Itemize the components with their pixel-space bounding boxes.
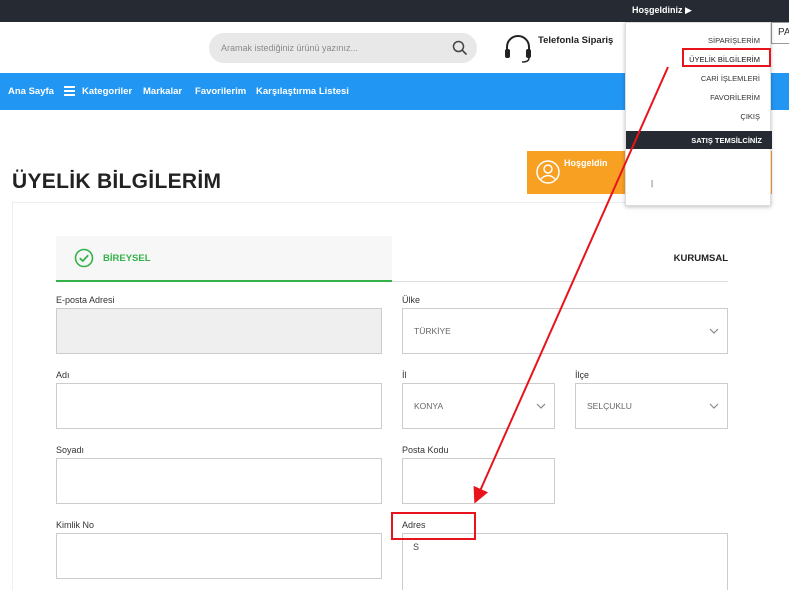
check-circle-icon xyxy=(74,248,94,268)
id-number-label: Kimlik No xyxy=(56,520,95,530)
menu-icon[interactable] xyxy=(64,86,75,96)
dropdown-item-logout[interactable]: ÇIKIŞ xyxy=(740,112,760,121)
surname-field[interactable] xyxy=(57,459,381,503)
search-icon[interactable] xyxy=(452,40,468,56)
district-label: İlçe xyxy=(575,370,590,380)
headset-icon xyxy=(505,35,531,63)
email-label: E-posta Adresi xyxy=(56,295,115,305)
district-value: SELÇUKLU xyxy=(587,401,632,411)
page: Hoşgeldiniz ▶ Telefonla Sipariş Ana Sayf… xyxy=(0,0,789,590)
pa-box[interactable]: PA xyxy=(771,22,789,44)
nav-item-brands[interactable]: Markalar xyxy=(143,86,182,97)
postal-code-field-wrap xyxy=(402,458,555,504)
user-icon xyxy=(536,160,560,184)
search-input[interactable] xyxy=(221,40,441,56)
postal-code-label: Posta Kodu xyxy=(402,445,449,455)
annotation-highlight-address xyxy=(391,512,476,540)
city-label: İl xyxy=(402,370,407,380)
welcome-user-menu[interactable]: Hoşgeldiniz ▶ xyxy=(632,5,692,16)
id-number-field[interactable] xyxy=(57,534,381,578)
top-bar: Hoşgeldiniz ▶ xyxy=(0,0,789,22)
country-label: Ülke xyxy=(402,295,421,305)
name-field[interactable] xyxy=(57,384,381,428)
nav-item-categories[interactable]: Kategoriler xyxy=(82,86,132,97)
city-select[interactable]: KONYA xyxy=(402,383,555,429)
country-select[interactable]: TÜRKİYE xyxy=(402,308,728,354)
postal-code-field[interactable] xyxy=(403,459,554,503)
email-field[interactable] xyxy=(57,309,381,353)
chevron-down-icon xyxy=(536,403,546,409)
tab-corporate[interactable]: KURUMSAL xyxy=(392,236,728,282)
nav-item-favorites[interactable]: Favorilerim xyxy=(195,86,246,97)
address-field-wrap: S xyxy=(402,533,728,590)
country-value: TÜRKİYE xyxy=(414,326,451,336)
nav-item-home[interactable]: Ana Sayfa xyxy=(8,86,54,97)
tab-corporate-label: KURUMSAL xyxy=(673,253,728,264)
welcome-text: Hoşgeldin xyxy=(564,158,608,168)
phone-order-link[interactable]: Telefonla Sipariş xyxy=(538,35,613,46)
district-select[interactable]: SELÇUKLU xyxy=(575,383,728,429)
surname-label: Soyadı xyxy=(56,445,85,455)
id-number-field-wrap xyxy=(56,533,382,579)
dropdown-item-favorites[interactable]: FAVORİLERİM xyxy=(710,93,760,102)
tab-individual[interactable]: BİREYSEL xyxy=(56,236,392,282)
email-field-wrap xyxy=(56,308,382,354)
tab-individual-label: BİREYSEL xyxy=(103,253,151,264)
sales-rep-header: SATIŞ TEMSİLCİNİZ xyxy=(626,131,772,149)
address-field[interactable]: S xyxy=(403,534,727,590)
city-value: KONYA xyxy=(414,401,444,411)
dropdown-item-orders[interactable]: SİPARİŞLERİM xyxy=(708,36,760,45)
sales-rep-value: | xyxy=(651,179,654,188)
name-label: Adı xyxy=(56,370,70,380)
surname-field-wrap xyxy=(56,458,382,504)
chevron-down-icon xyxy=(709,403,719,409)
page-title: ÜYELİK BİLGİLERİM xyxy=(12,170,222,193)
nav-item-compare-list[interactable]: Karşılaştırma Listesi xyxy=(256,86,349,97)
search-bar xyxy=(209,33,477,63)
name-field-wrap xyxy=(56,383,382,429)
annotation-highlight-menu xyxy=(682,48,771,67)
chevron-down-icon xyxy=(709,328,719,334)
dropdown-item-account-transactions[interactable]: CARİ İŞLEMLERİ xyxy=(701,74,760,83)
